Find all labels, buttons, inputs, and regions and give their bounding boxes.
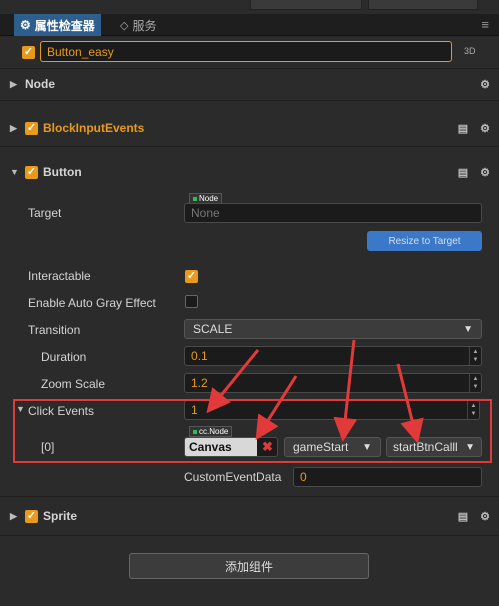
annotation-arrow-group	[206, 339, 424, 444]
annotation-arrow	[255, 375, 298, 441]
annotation-arrow	[396, 363, 424, 444]
annotation-arrow	[333, 339, 358, 442]
annotation-arrows	[206, 339, 424, 444]
annotation-arrow	[206, 349, 260, 414]
